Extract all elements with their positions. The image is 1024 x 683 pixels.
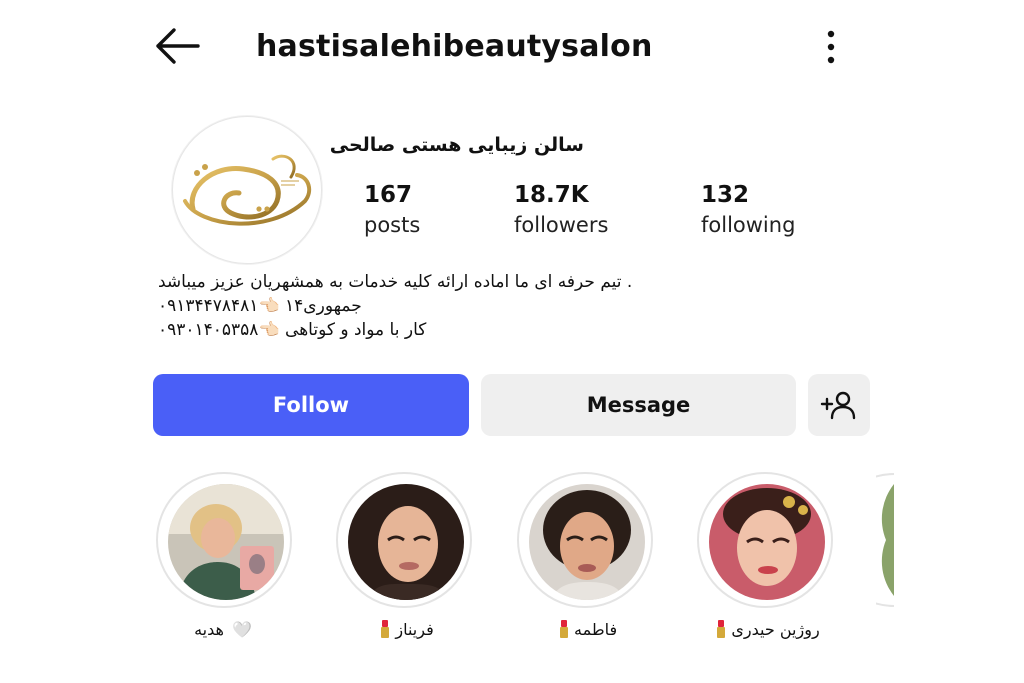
posts-label: posts [364, 213, 421, 237]
highlight-name: روژین حیدری [731, 620, 820, 639]
profile-avatar[interactable] [172, 116, 322, 264]
highlight-ring [336, 472, 472, 608]
highlight-photo [348, 484, 464, 600]
highlight-ring [517, 472, 653, 608]
highlight-item[interactable]: روژین حیدری [694, 472, 844, 642]
lipstick-icon [717, 620, 726, 638]
more-options-button[interactable] [816, 28, 846, 66]
username-title: hastisalehibeautysalon [256, 29, 653, 64]
highlight-photo [168, 484, 284, 600]
highlight-item[interactable]: فریناز [333, 472, 483, 642]
highlight-photo [529, 484, 645, 600]
highlight-item[interactable]: فاطمه [514, 472, 664, 642]
highlight-ring [697, 472, 833, 608]
highlight-name: هدیه [194, 620, 224, 639]
followers-count: 18.7K [514, 182, 589, 208]
highlight-photo [709, 484, 825, 600]
back-button[interactable] [152, 26, 202, 66]
lipstick-icon [559, 620, 568, 638]
message-button[interactable]: Message [481, 374, 796, 436]
posts-stat[interactable]: 167 posts [364, 180, 420, 240]
profile-display-name: سالن زیبایی هستی صالحی [329, 134, 584, 156]
salon-logo [183, 154, 312, 226]
highlight-label: 🤍 هدیه [133, 620, 313, 639]
following-count: 132 [701, 182, 750, 208]
following-stat[interactable]: 132 following [701, 180, 795, 240]
posts-count: 167 [364, 182, 413, 208]
highlight-ring [156, 472, 292, 608]
highlight-label: روژین حیدری [674, 620, 854, 639]
highlight-name: فاطمه [574, 620, 618, 639]
white-heart-icon: 🤍 [231, 620, 252, 639]
bio-line: جمهوری۱۴ 👈🏻۰۹۱۳۴۴۷۸۴۸۱ [158, 296, 362, 316]
follow-button[interactable]: Follow [153, 374, 469, 436]
highlight-item[interactable]: 🤍 هدیه [153, 472, 303, 642]
add-user-icon [820, 391, 856, 420]
add-user-button[interactable] [808, 374, 870, 436]
profile-page: hastisalehibeautysalon سالن زیبایی هستی … [0, 0, 1024, 683]
bio-line: . تیم حرفه ای ما اماده ارائه کلیه خدمات … [158, 272, 633, 292]
highlight-label: فریناز [313, 620, 493, 639]
profile-bio: . تیم حرفه ای ما اماده ارائه کلیه خدمات … [158, 270, 718, 342]
more-vertical-icon [827, 30, 835, 64]
bio-line: کار با مواد و کوتاهی 👈🏻۰۹۳۰۱۴۰۵۳۵۸ [158, 320, 427, 340]
followers-stat[interactable]: 18.7K followers [514, 180, 608, 240]
arrow-left-icon [156, 28, 200, 64]
lipstick-icon [381, 620, 390, 638]
highlight-name: فریناز [395, 620, 434, 639]
followers-label: followers [514, 213, 609, 237]
highlight-label: فاطمه [494, 620, 674, 639]
following-label: following [701, 213, 796, 237]
highlight-item-partial[interactable] [876, 472, 894, 608]
